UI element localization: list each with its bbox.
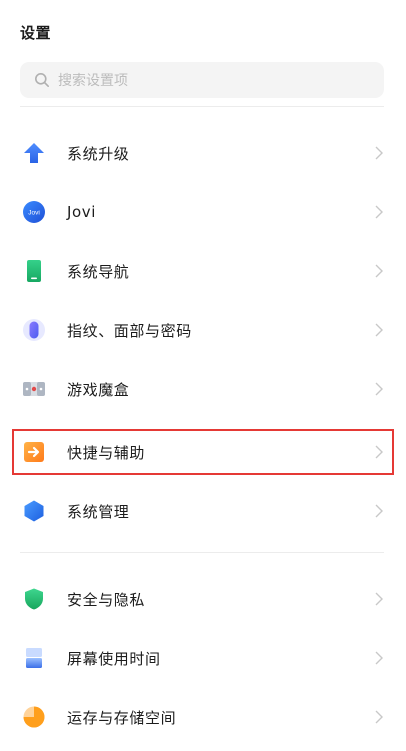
fingerprint-icon	[22, 318, 46, 342]
chevron-right-icon	[374, 503, 384, 519]
jovi-icon: Jovi	[22, 200, 46, 224]
search-bar[interactable]: 搜索设置项	[20, 62, 384, 98]
settings-item-ram-storage[interactable]: 运存与存储空间	[0, 688, 406, 746]
settings-item-label: 系统升级	[67, 144, 130, 163]
settings-item-screen-time[interactable]: 屏幕使用时间	[0, 629, 406, 687]
settings-item-jovi[interactable]: Jovi Jovi	[0, 183, 406, 241]
settings-item-label: 屏幕使用时间	[67, 649, 161, 668]
jovi-icon-text: Jovi	[28, 210, 40, 217]
settings-item-label: 游戏魔盒	[67, 380, 130, 399]
settings-page: 设置 搜索设置项 系统升级 Jovi Jovi 系统导航 指纹、面部与密码 游戏…	[0, 0, 406, 751]
search-placeholder: 搜索设置项	[58, 73, 128, 89]
divider	[20, 552, 384, 553]
game-box-icon	[22, 377, 46, 401]
settings-item-label: 系统导航	[67, 262, 130, 281]
divider	[20, 106, 384, 107]
settings-item-game-box[interactable]: 游戏魔盒	[0, 360, 406, 418]
settings-item-system-management[interactable]: 系统管理	[0, 482, 406, 540]
settings-item-label: 运存与存储空间	[67, 708, 177, 727]
settings-item-system-update[interactable]: 系统升级	[0, 124, 406, 182]
settings-item-label: 安全与隐私	[67, 590, 146, 609]
chevron-right-icon	[374, 650, 384, 666]
page-title: 设置	[20, 24, 52, 42]
chevron-right-icon	[374, 145, 384, 161]
settings-item-label: 指纹、面部与密码	[67, 321, 192, 340]
hourglass-icon	[22, 646, 46, 670]
pie-chart-icon	[22, 705, 46, 729]
chevron-right-icon	[374, 322, 384, 338]
chevron-right-icon	[374, 709, 384, 725]
chevron-right-icon	[374, 381, 384, 397]
chevron-right-icon	[374, 204, 384, 220]
settings-item-fingerprint-face-password[interactable]: 指纹、面部与密码	[0, 301, 406, 359]
highlight-box	[12, 429, 394, 475]
settings-item-label: 系统管理	[67, 502, 130, 521]
settings-item-label: Jovi	[67, 203, 97, 221]
settings-item-security-privacy[interactable]: 安全与隐私	[0, 570, 406, 628]
phone-icon	[22, 259, 46, 283]
arrow-up-icon	[22, 141, 46, 165]
search-icon	[32, 70, 52, 90]
shield-icon	[22, 587, 46, 611]
hexagon-icon	[22, 499, 46, 523]
settings-item-system-navigation[interactable]: 系统导航	[0, 242, 406, 300]
chevron-right-icon	[374, 591, 384, 607]
chevron-right-icon	[374, 263, 384, 279]
